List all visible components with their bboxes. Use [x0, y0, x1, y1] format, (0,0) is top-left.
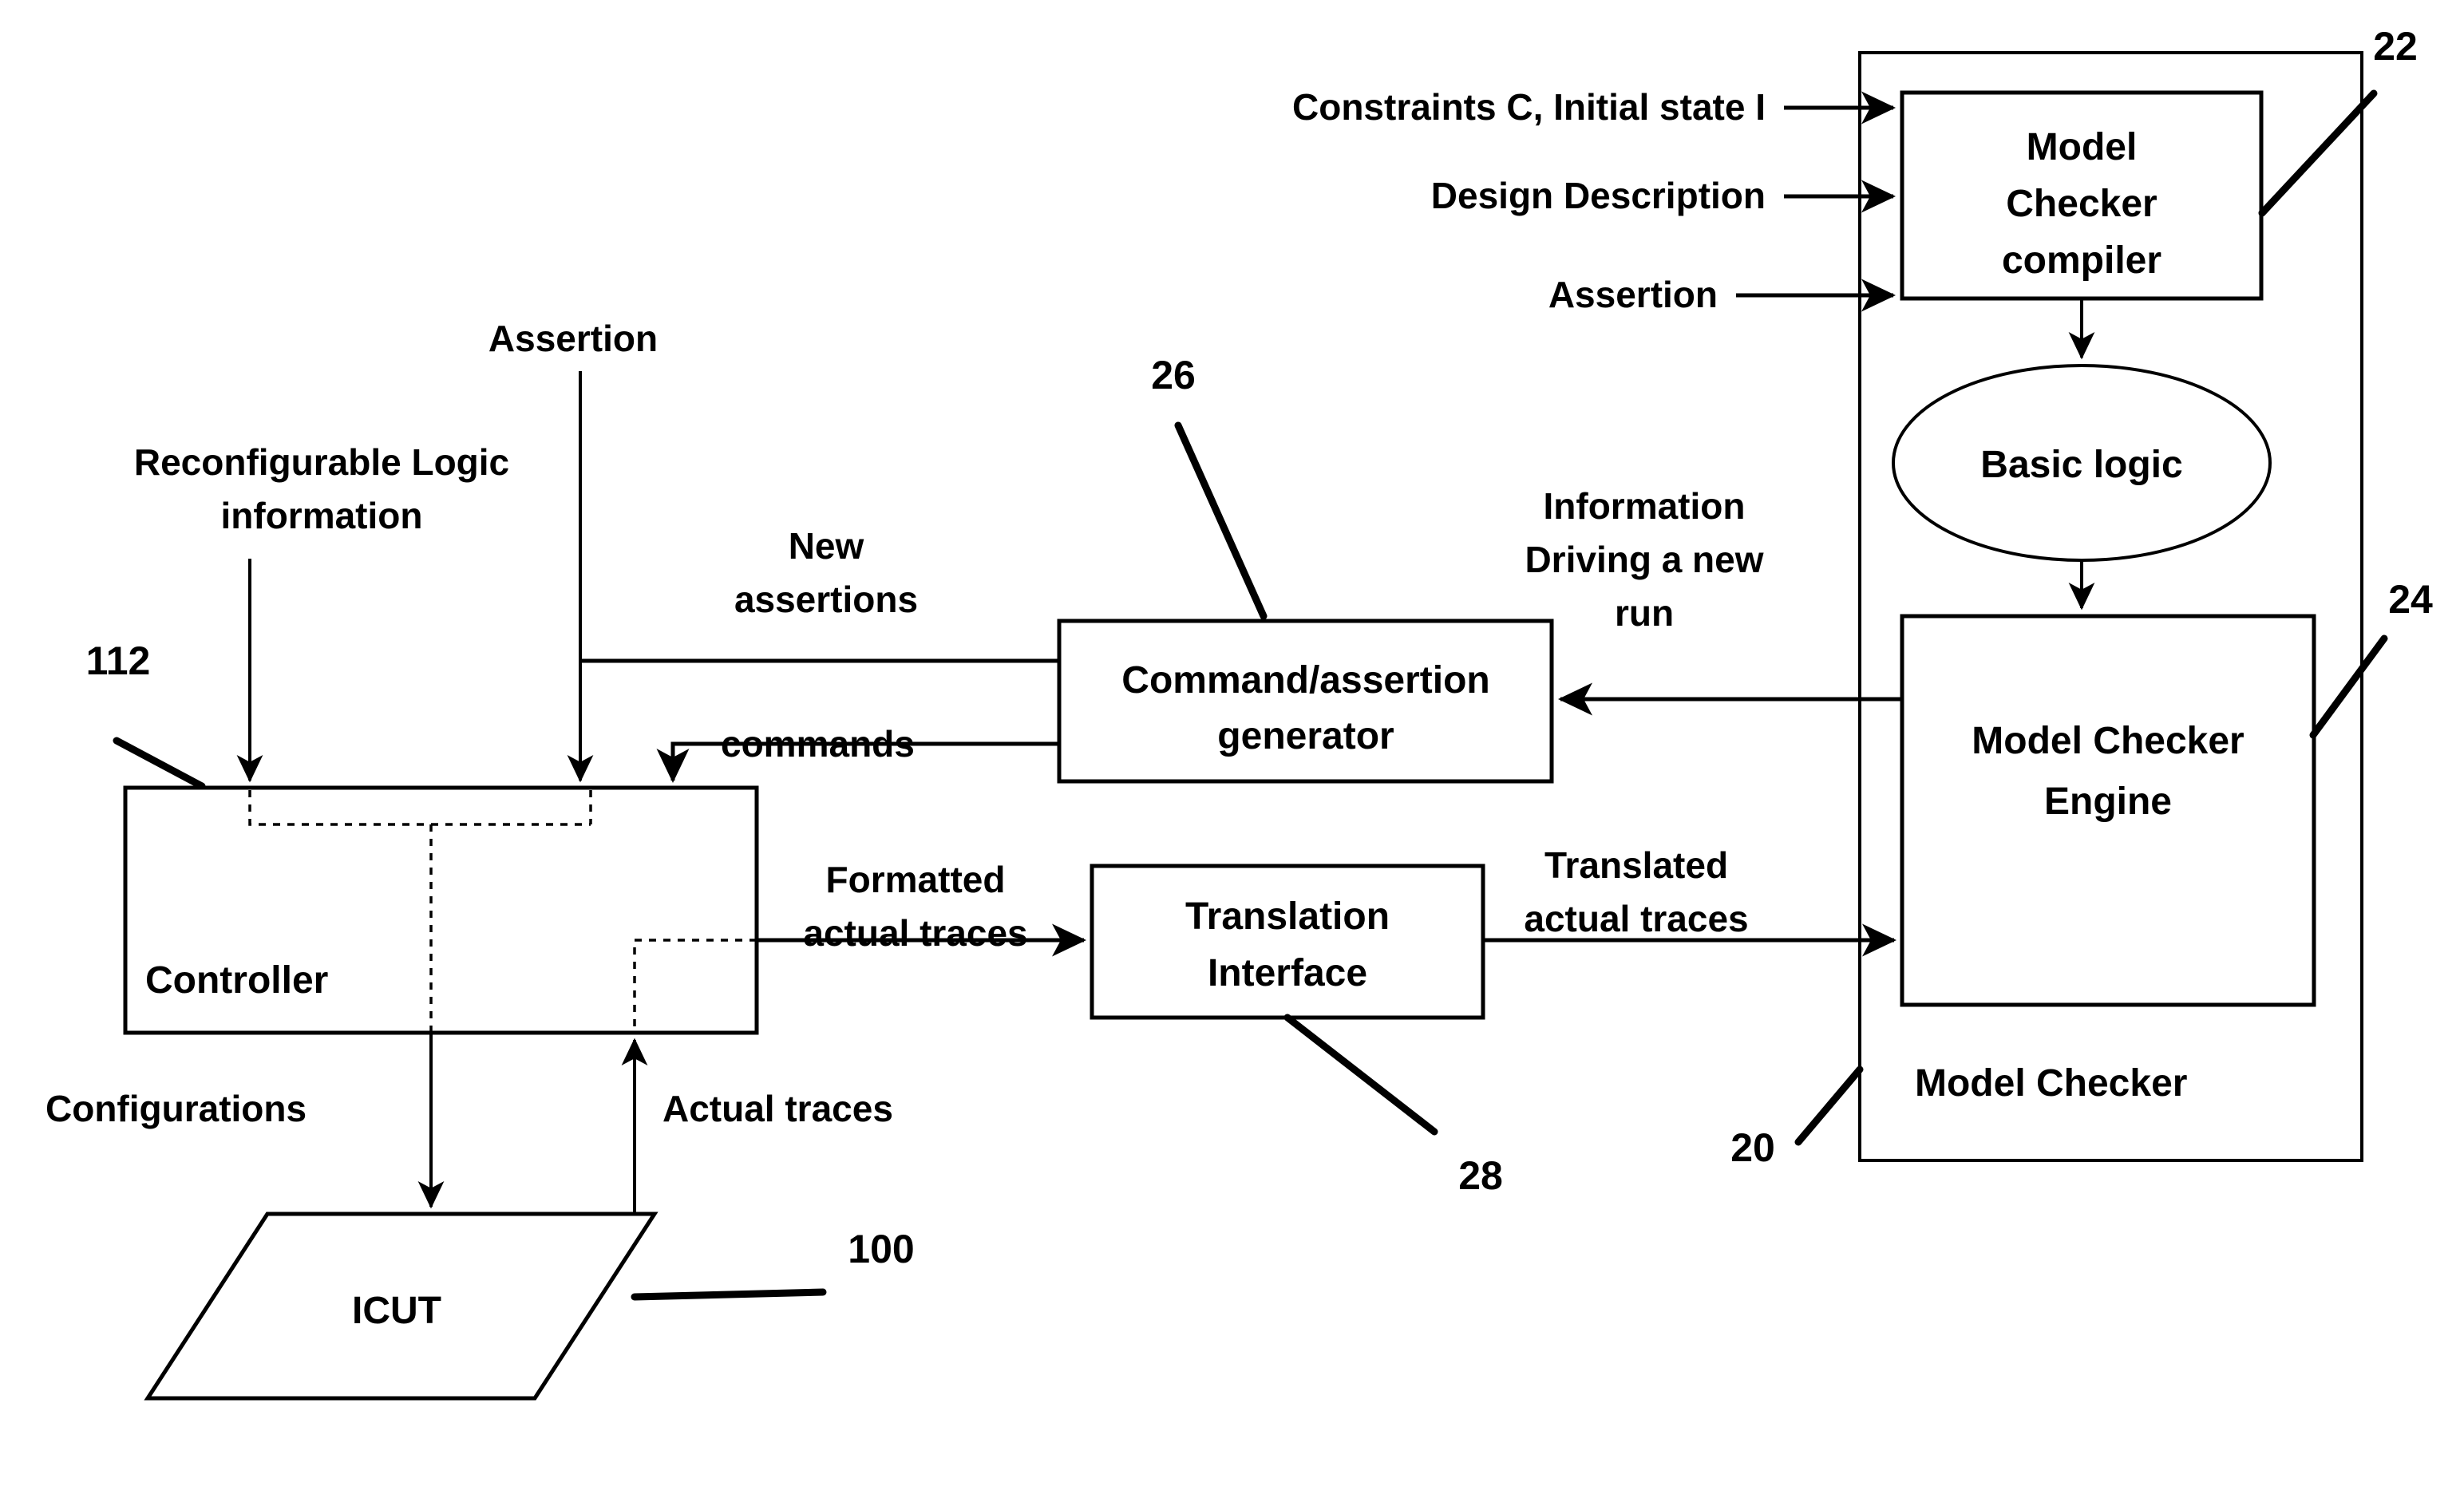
label-reconfigurable-logic-information-line-2: information [221, 495, 423, 536]
leader-line-22 [2258, 89, 2378, 217]
label-actual-traces: Actual traces [662, 1088, 893, 1129]
label-reconfigurable-logic-information-line-1: Reconfigurable Logic [134, 441, 509, 483]
model-checker-compiler-label-line-1: Model [2027, 126, 2138, 168]
model-checker-compiler-label-line-2: Checker [2006, 183, 2157, 225]
reference-numeral-26: 26 [1151, 353, 1196, 397]
command-assertion-generator-label-line-1: Command/assertion [1121, 659, 1489, 702]
model-checker-compiler-label-line-3: compiler [2002, 239, 2161, 282]
label-design-description: Design Description [1431, 175, 1766, 216]
label-information-driving-new-run-line-3: run [1615, 592, 1674, 634]
block-diagram: Model Checker compiler Basic logic Model… [45, 24, 2433, 1401]
leader-line-24 [2309, 634, 2388, 739]
model-checker-group-label: Model Checker [1915, 1062, 2187, 1105]
label-configurations: Configurations [45, 1088, 307, 1129]
controller-label: Controller [145, 959, 328, 1002]
reference-numeral-24: 24 [2388, 577, 2433, 622]
leader-line-20 [1794, 1065, 1864, 1146]
label-assertion-left: Assertion [488, 318, 658, 359]
label-information-driving-new-run-line-1: Information [1544, 485, 1746, 527]
label-translated-actual-traces-line-1: Translated [1544, 844, 1728, 886]
reference-numeral-20: 20 [1730, 1125, 1775, 1170]
translation-interface-box[interactable] [1090, 864, 1485, 1020]
command-assertion-generator-label-line-2: generator [1217, 715, 1394, 757]
icut-label: ICUT [352, 1290, 441, 1332]
label-information-driving-new-run-line-2: Driving a new [1525, 539, 1763, 580]
basic-logic-label: Basic logic [1980, 444, 2182, 486]
leader-line-100 [631, 1288, 827, 1301]
reference-numeral-100: 100 [848, 1227, 914, 1271]
reference-numeral-22: 22 [2373, 24, 2418, 69]
leader-line-26 [1174, 421, 1268, 620]
label-formatted-actual-traces-line-2: actual traces [803, 912, 1027, 954]
reference-numeral-112: 112 [86, 638, 151, 683]
label-assertion-right: Assertion [1548, 274, 1718, 315]
leader-line-112 [113, 737, 206, 790]
label-translated-actual-traces-line-2: actual traces [1524, 898, 1748, 939]
model-checker-engine-label-line-1: Model Checker [1972, 720, 2244, 762]
reference-numeral-28: 28 [1458, 1153, 1503, 1198]
label-formatted-actual-traces-line-1: Formatted [826, 859, 1006, 900]
label-constraints-initial-state: Constraints C, Initial state I [1292, 86, 1766, 128]
label-new-assertions-line-2: assertions [734, 579, 918, 620]
translation-interface-label-line-1: Translation [1185, 895, 1390, 938]
label-new-assertions-line-1: New [789, 525, 864, 567]
diagram-canvas: Model Checker compiler Basic logic Model… [0, 0, 2464, 1506]
label-commands: commands [721, 723, 915, 765]
translation-interface-label-line-2: Interface [1208, 952, 1367, 994]
model-checker-engine-label-line-2: Engine [2044, 781, 2172, 823]
leader-line-28 [1283, 1014, 1438, 1136]
